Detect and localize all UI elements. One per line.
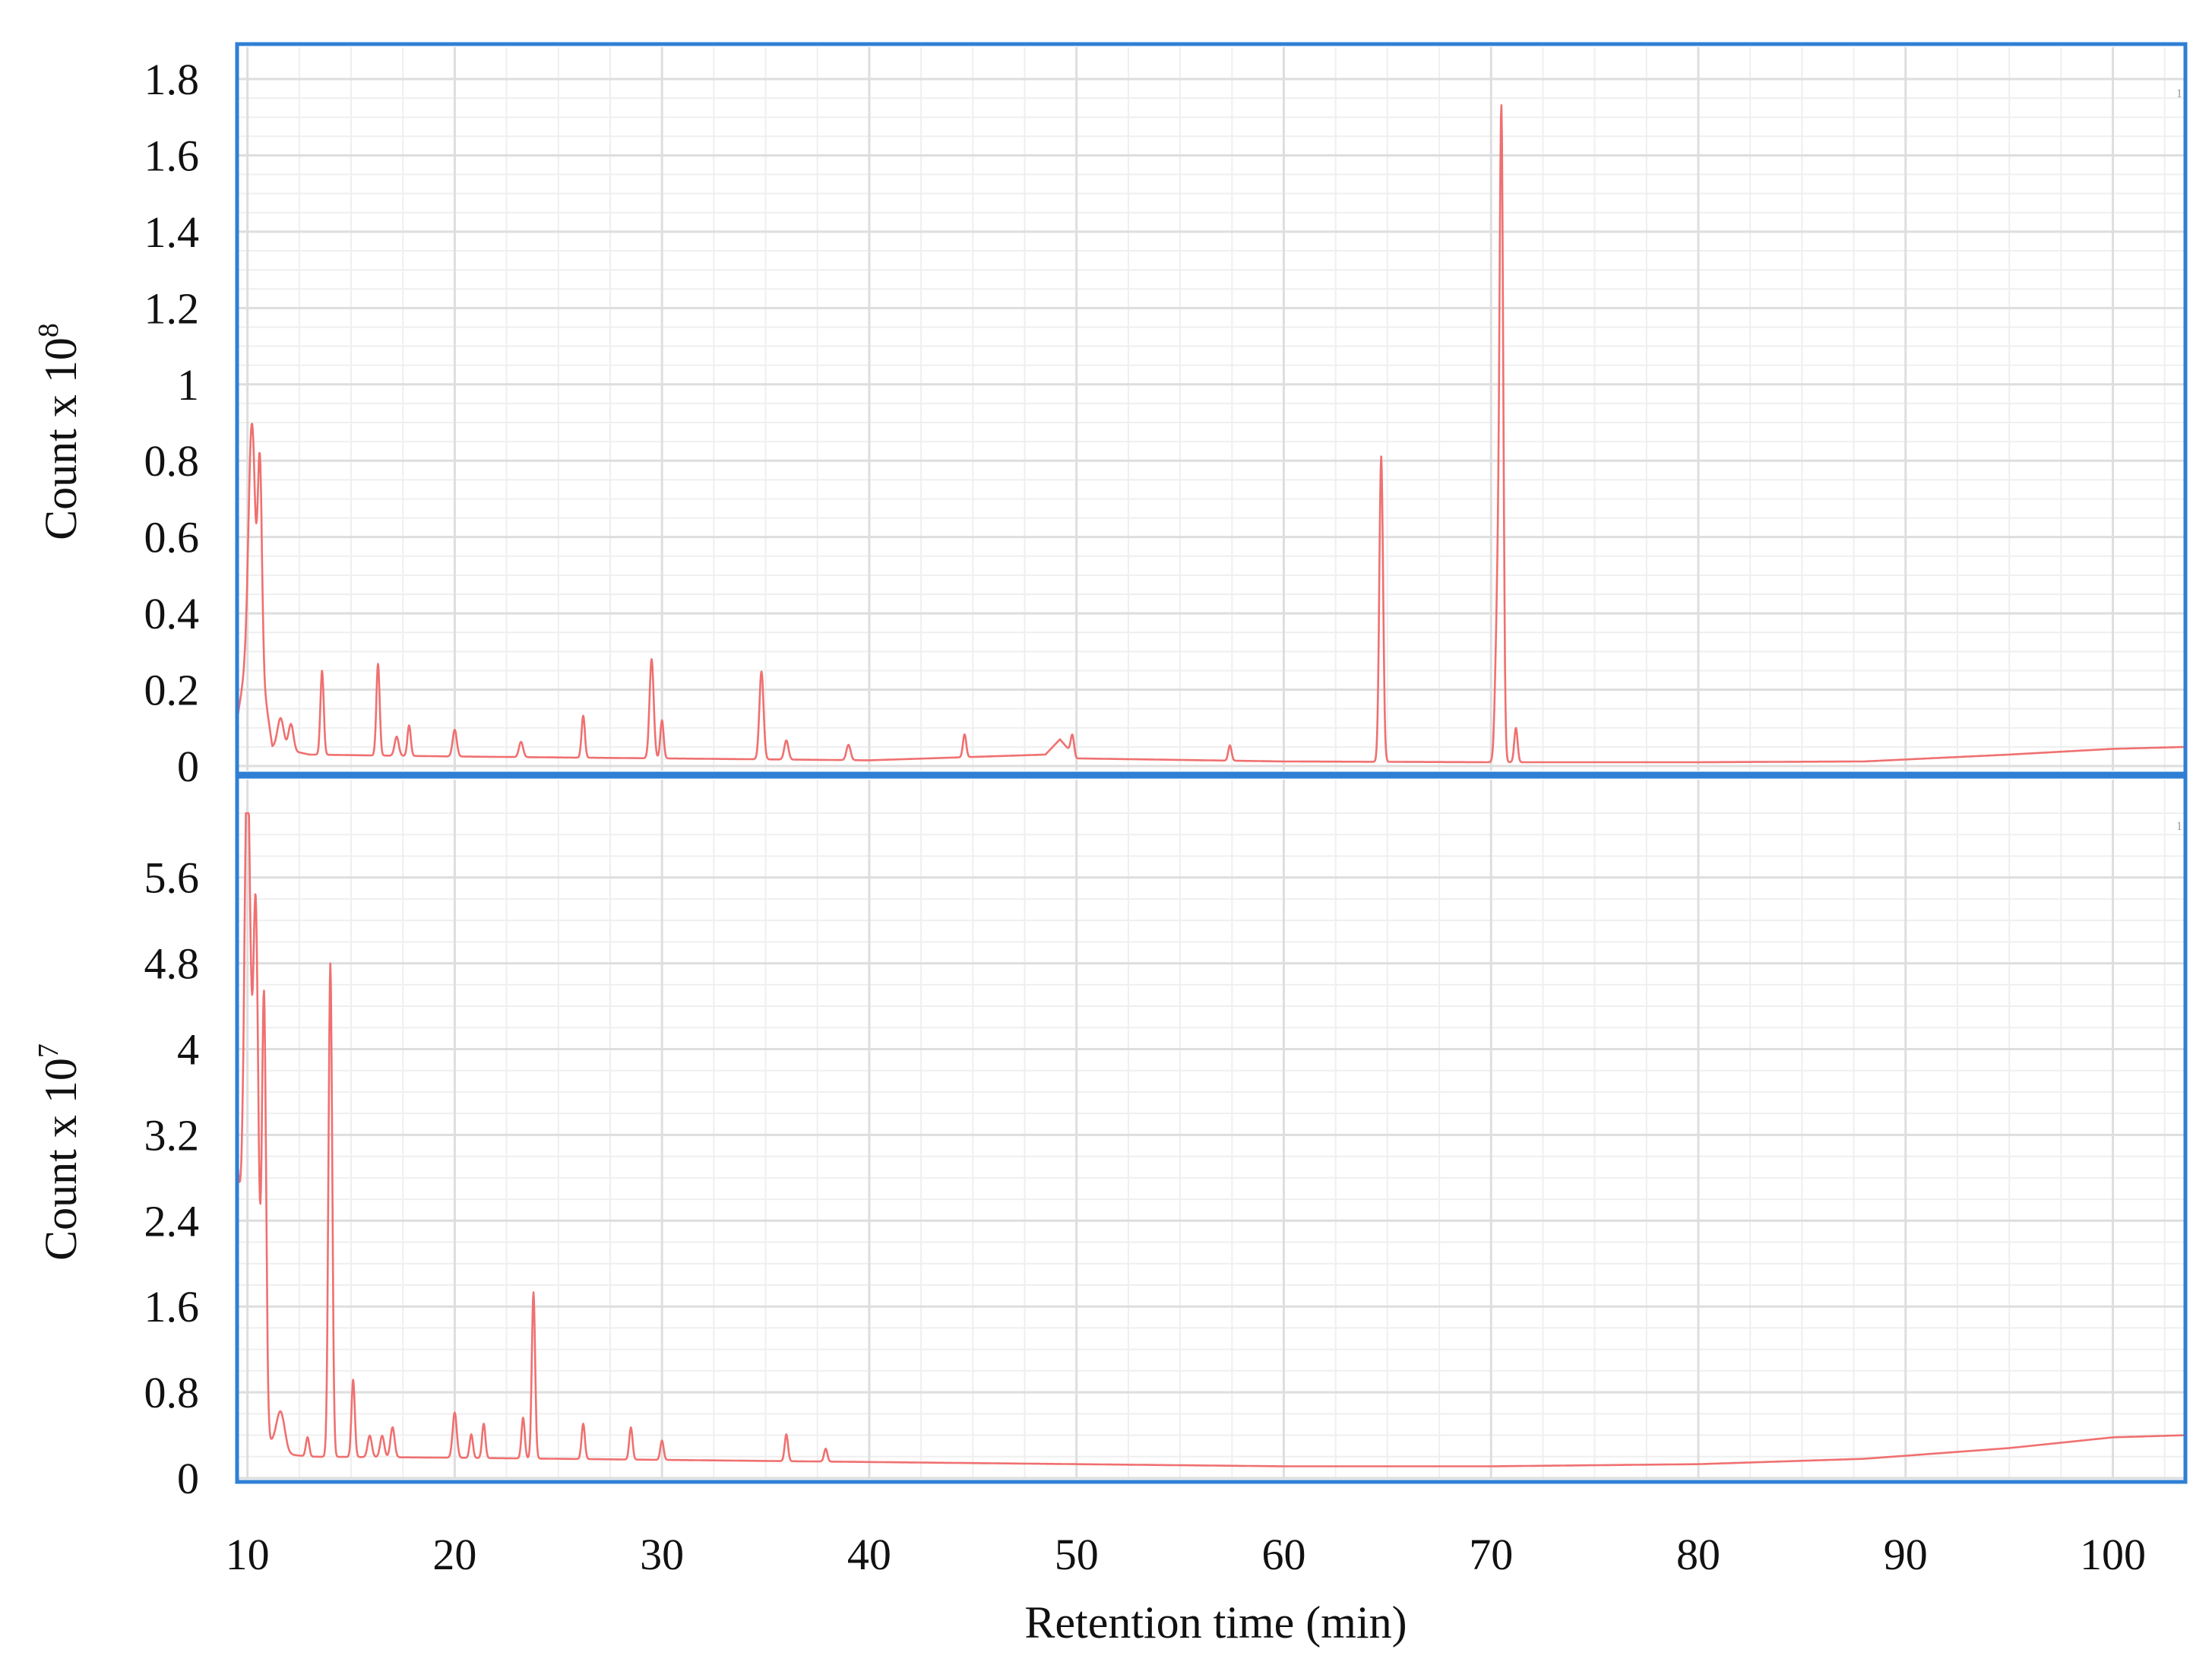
x-tick-label: 40 — [847, 1530, 891, 1579]
x-axis-label: Retention time (min) — [1024, 1597, 1407, 1648]
y-tick-label: 4 — [177, 1024, 199, 1074]
x-tick-label: 60 — [1261, 1530, 1305, 1579]
y-tick-label: 0 — [177, 742, 199, 791]
y-tick-label: 1 — [177, 360, 199, 410]
x-tick-label: 50 — [1055, 1530, 1099, 1579]
figure-background — [0, 0, 2212, 1662]
y-tick-label: 0.8 — [144, 1368, 200, 1417]
panel-corner-marker: 1 — [2176, 820, 2182, 833]
y-tick-label: 0.8 — [144, 436, 200, 486]
y-tick-label: 1.4 — [144, 207, 200, 257]
y-tick-label: 1.2 — [144, 283, 200, 333]
x-tick-label: 10 — [226, 1530, 270, 1579]
x-tick-label: 90 — [1884, 1530, 1928, 1579]
y-axis-label: Count x 108 — [33, 323, 86, 540]
y-tick-label: 1.6 — [144, 1282, 200, 1331]
chromatogram-figure: 00.20.40.60.811.21.41.61.8Count x 108100… — [0, 0, 2212, 1662]
x-tick-label: 70 — [1469, 1530, 1513, 1579]
y-tick-label: 0.4 — [144, 589, 200, 638]
y-tick-label: 0 — [177, 1454, 199, 1503]
y-tick-label: 2.4 — [144, 1196, 200, 1246]
y-tick-label: 1.8 — [144, 55, 200, 104]
y-axis-label: Count x 107 — [33, 1043, 86, 1261]
y-tick-label: 0.6 — [144, 513, 200, 562]
x-tick-label: 30 — [640, 1530, 684, 1579]
panel-corner-marker: 1 — [2176, 87, 2182, 100]
y-tick-label: 4.8 — [144, 939, 200, 989]
y-tick-label: 5.6 — [144, 853, 200, 903]
x-tick-label: 80 — [1676, 1530, 1720, 1579]
x-tick-label: 20 — [432, 1530, 476, 1579]
y-tick-label: 0.2 — [144, 666, 200, 715]
y-tick-label: 1.6 — [144, 131, 200, 180]
y-tick-label: 3.2 — [144, 1110, 200, 1160]
x-tick-label: 100 — [2080, 1530, 2146, 1579]
